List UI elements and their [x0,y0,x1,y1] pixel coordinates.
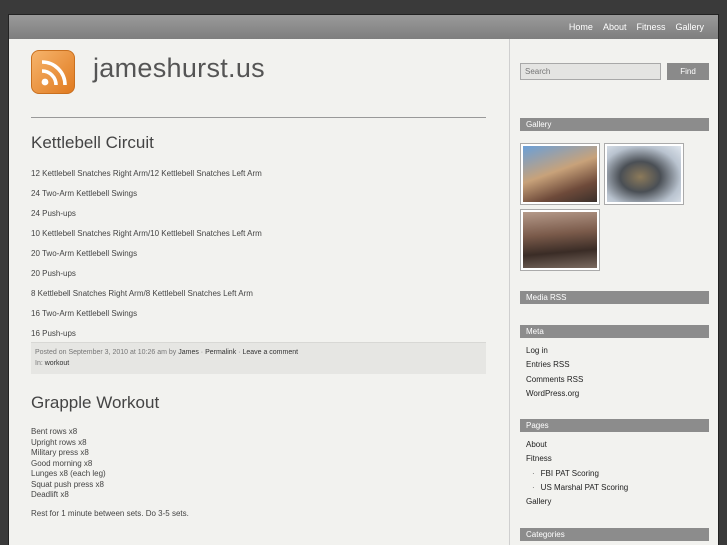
site-title[interactable]: jameshurst.us [93,53,265,84]
post-line: Bent rows x8 [31,427,78,436]
search-input[interactable] [520,63,661,80]
post-line: 20 Push-ups [31,269,76,278]
page-link-fbi-pat-scoring[interactable]: FBI PAT Scoring [526,469,628,483]
page-link-gallery[interactable]: Gallery [526,497,628,511]
permalink-link[interactable]: Permalink [205,349,236,356]
meta-link-comments-rss[interactable]: Comments RSS [526,375,583,389]
author-link[interactable]: James [178,349,199,356]
category-link[interactable]: workout [45,360,70,367]
post-line: Lunges x8 (each leg) [31,469,106,478]
post-title[interactable]: Grapple Workout [31,393,486,413]
widget-media-rss-title[interactable]: Media RSS [520,291,709,304]
nav-fitness[interactable]: Fitness [636,22,665,32]
post-line: Rest for 1 minute between sets. Do 3-5 s… [31,509,189,518]
posted-on-text: Posted on September 3, 2010 at 10:26 am … [35,349,179,356]
post-line: 24 Push-ups [31,209,76,218]
find-button[interactable]: Find [667,63,709,80]
post-line: Deadlift x8 [31,490,69,499]
post-grapple-workout: Grapple Workout Bent rows x8 Upright row… [31,393,486,518]
post-line: 10 Kettlebell Snatches Right Arm/10 Kett… [31,229,262,238]
nav-about[interactable]: About [603,22,627,32]
post-kettlebell-circuit: Kettlebell Circuit 12 Kettlebell Snatche… [31,133,486,374]
nav-home[interactable]: Home [569,22,593,32]
sidebar: Find Gallery Media RSS Meta Log in Entri… [509,39,720,545]
post-body: Bent rows x8 Upright rows x8 Military pr… [31,427,486,499]
post-line: 20 Two-Arm Kettlebell Swings [31,249,138,258]
leave-comment-link[interactable]: Leave a comment [242,349,298,356]
meta-links: Log in Entries RSS Comments RSS WordPres… [526,346,583,403]
thumbnail-image [523,212,597,268]
page-link-fitness[interactable]: Fitness [526,454,628,468]
post-line: 12 Kettlebell Snatches Right Arm/12 Kett… [31,169,262,178]
post-line: 24 Two-Arm Kettlebell Swings [31,189,138,198]
meta-link-entries-rss[interactable]: Entries RSS [526,360,583,374]
post-line: 16 Two-Arm Kettlebell Swings [31,309,138,318]
page-link-about[interactable]: About [526,440,628,454]
meta-link-login[interactable]: Log in [526,346,583,360]
post-line: 16 Push-ups [31,329,76,338]
gallery-thumbnail[interactable] [520,143,600,205]
post-line: Military press x8 [31,448,89,457]
post-line: Squat push press x8 [31,479,104,489]
widget-categories-title: Categories [520,528,709,541]
header-divider [31,117,486,118]
widget-meta-title: Meta [520,325,709,338]
post-line: Upright rows x8 [31,437,87,447]
pages-list: About Fitness FBI PAT Scoring US Marshal… [526,440,628,511]
rss-icon[interactable] [31,50,75,94]
post-line: 8 Kettlebell Snatches Right Arm/8 Kettle… [31,289,253,298]
thumbnail-image [523,146,597,202]
search-form: Find [520,63,709,80]
widget-pages-title: Pages [520,419,709,432]
thumbnail-image [607,146,681,202]
page-link-us-marshal-pat-scoring[interactable]: US Marshal PAT Scoring [526,483,629,497]
nav-gallery[interactable]: Gallery [675,22,704,32]
post-meta: Posted on September 3, 2010 at 10:26 am … [31,342,486,374]
meta-link-wordpress[interactable]: WordPress.org [526,389,583,403]
gallery-thumbnail[interactable] [520,209,600,271]
widget-gallery-title: Gallery [520,118,709,131]
gallery-thumbnail[interactable] [604,143,684,205]
page-frame: Home About Fitness Gallery jameshurst.us… [8,14,719,545]
post-title[interactable]: Kettlebell Circuit [31,133,486,153]
post-line: Good morning x8 [31,458,93,468]
top-nav: Home About Fitness Gallery [9,15,718,39]
category-label: In: [35,360,45,367]
